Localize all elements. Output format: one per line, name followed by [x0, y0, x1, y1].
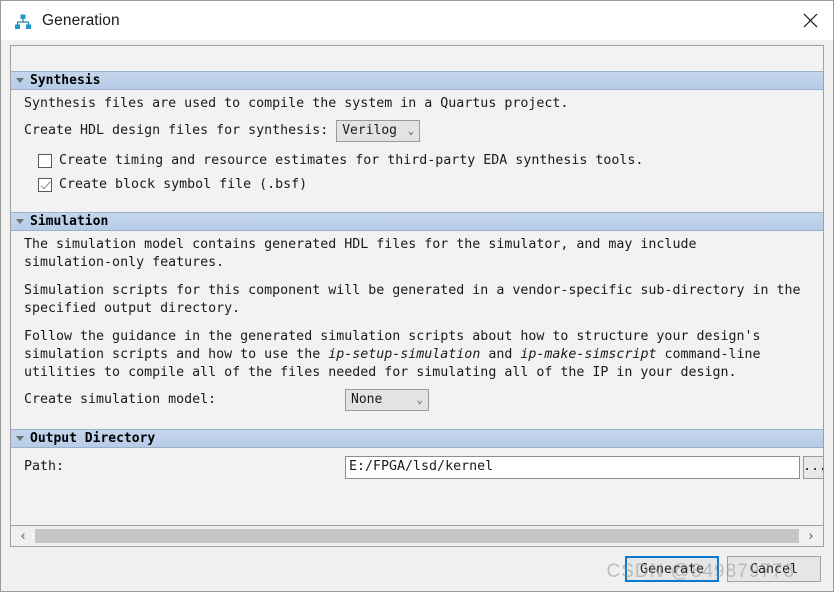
checkbox-row-block-symbol-file[interactable]: Create block symbol file (.bsf) [11, 173, 823, 197]
hdl-language-label: Create HDL design files for synthesis: [24, 123, 329, 138]
simulation-para3-line3: utilities to compile all of the files ne… [24, 365, 737, 380]
cmd-ip-setup-simulation: ip-setup-simulation [328, 347, 481, 362]
output-path-label: Path: [24, 459, 65, 474]
checkbox-block-symbol-file-label: Create block symbol file (.bsf) [59, 177, 308, 192]
synthesis-intro-text: Synthesis files are used to compile the … [24, 96, 569, 111]
hdl-language-value: Verilog [342, 123, 398, 138]
scroll-right-arrow[interactable]: › [799, 526, 823, 546]
dialog-footer: Generate Cancel CSDN @849879773 [1, 547, 833, 591]
hdl-language-row: Create HDL design files for synthesis: V… [11, 118, 823, 144]
scroll-thumb[interactable] [35, 529, 799, 543]
simulation-para3-line2: simulation scripts and how to use the ip… [11, 346, 823, 364]
output-path-input[interactable]: E:/FPGA/lsd/kernel [345, 455, 800, 479]
simulation-para3-line2-a: simulation scripts and how to use the [24, 347, 329, 362]
checkbox-timing-estimates[interactable] [38, 154, 52, 168]
simulation-para2-line1: Simulation scripts for this component wi… [24, 283, 801, 298]
scroll-left-arrow[interactable]: ‹ [11, 526, 35, 546]
section-header-synthesis[interactable]: Synthesis [11, 71, 823, 90]
simulation-model-select[interactable]: None ⌄ [345, 389, 429, 411]
close-icon [803, 13, 818, 28]
simulation-model-row: Create simulation model: None ⌄ [11, 387, 823, 413]
checkbox-block-symbol-file[interactable] [38, 178, 52, 192]
simulation-model-value: None [351, 392, 383, 407]
simulation-para2-line2: specified output directory. [24, 301, 241, 316]
generation-dialog: Generation Synthesis Synthesis files are… [0, 0, 834, 592]
chevron-down-icon: ⌄ [416, 392, 423, 406]
title-bar: Generation [1, 1, 833, 40]
checkbox-row-timing-estimates[interactable]: Create timing and resource estimates for… [11, 149, 823, 173]
simulation-para1-line1: The simulation model contains generated … [24, 237, 697, 252]
settings-panel: Synthesis Synthesis files are used to co… [10, 45, 824, 525]
close-button[interactable] [787, 1, 833, 40]
section-body-simulation: The simulation model contains generated … [11, 231, 823, 429]
chevron-down-icon: ⌄ [407, 123, 415, 137]
output-path-row: Path: E:/FPGA/lsd/kernel ... [11, 453, 823, 481]
simulation-para3-line2-c: command-line [656, 347, 761, 362]
simulation-model-label: Create simulation model: [24, 392, 217, 407]
panel-top-padding [11, 46, 823, 71]
page-title: Generation [42, 11, 120, 29]
simulation-para3-line1: Follow the guidance in the generated sim… [24, 329, 761, 344]
section-header-simulation[interactable]: Simulation [11, 212, 823, 231]
dialog-body: Synthesis Synthesis files are used to co… [1, 40, 833, 547]
collapse-triangle-icon [16, 78, 24, 83]
simulation-para3-line2-b: and [480, 347, 521, 362]
section-title-output-directory: Output Directory [30, 431, 156, 446]
section-header-output-directory[interactable]: Output Directory [11, 429, 823, 448]
horizontal-scrollbar[interactable]: ‹ › [10, 525, 824, 547]
section-title-simulation: Simulation [30, 214, 109, 229]
section-body-synthesis: Synthesis files are used to compile the … [11, 90, 823, 212]
checkbox-timing-estimates-label: Create timing and resource estimates for… [59, 153, 644, 168]
simulation-para1-line2: simulation-only features. [24, 255, 225, 270]
cmd-ip-make-simscript: ip-make-simscript [520, 347, 657, 362]
section-title-synthesis: Synthesis [30, 73, 101, 88]
browse-button[interactable]: ... [803, 455, 823, 479]
hdl-language-select[interactable]: Verilog ⌄ [336, 120, 421, 142]
hierarchy-icon [14, 13, 32, 31]
generate-button[interactable]: Generate [625, 556, 719, 582]
collapse-triangle-icon [16, 436, 24, 441]
cancel-button[interactable]: Cancel [727, 556, 821, 582]
section-body-output-directory: Path: E:/FPGA/lsd/kernel ... [11, 448, 823, 481]
collapse-triangle-icon [16, 219, 24, 224]
output-path-value: E:/FPGA/lsd/kernel [349, 459, 494, 474]
